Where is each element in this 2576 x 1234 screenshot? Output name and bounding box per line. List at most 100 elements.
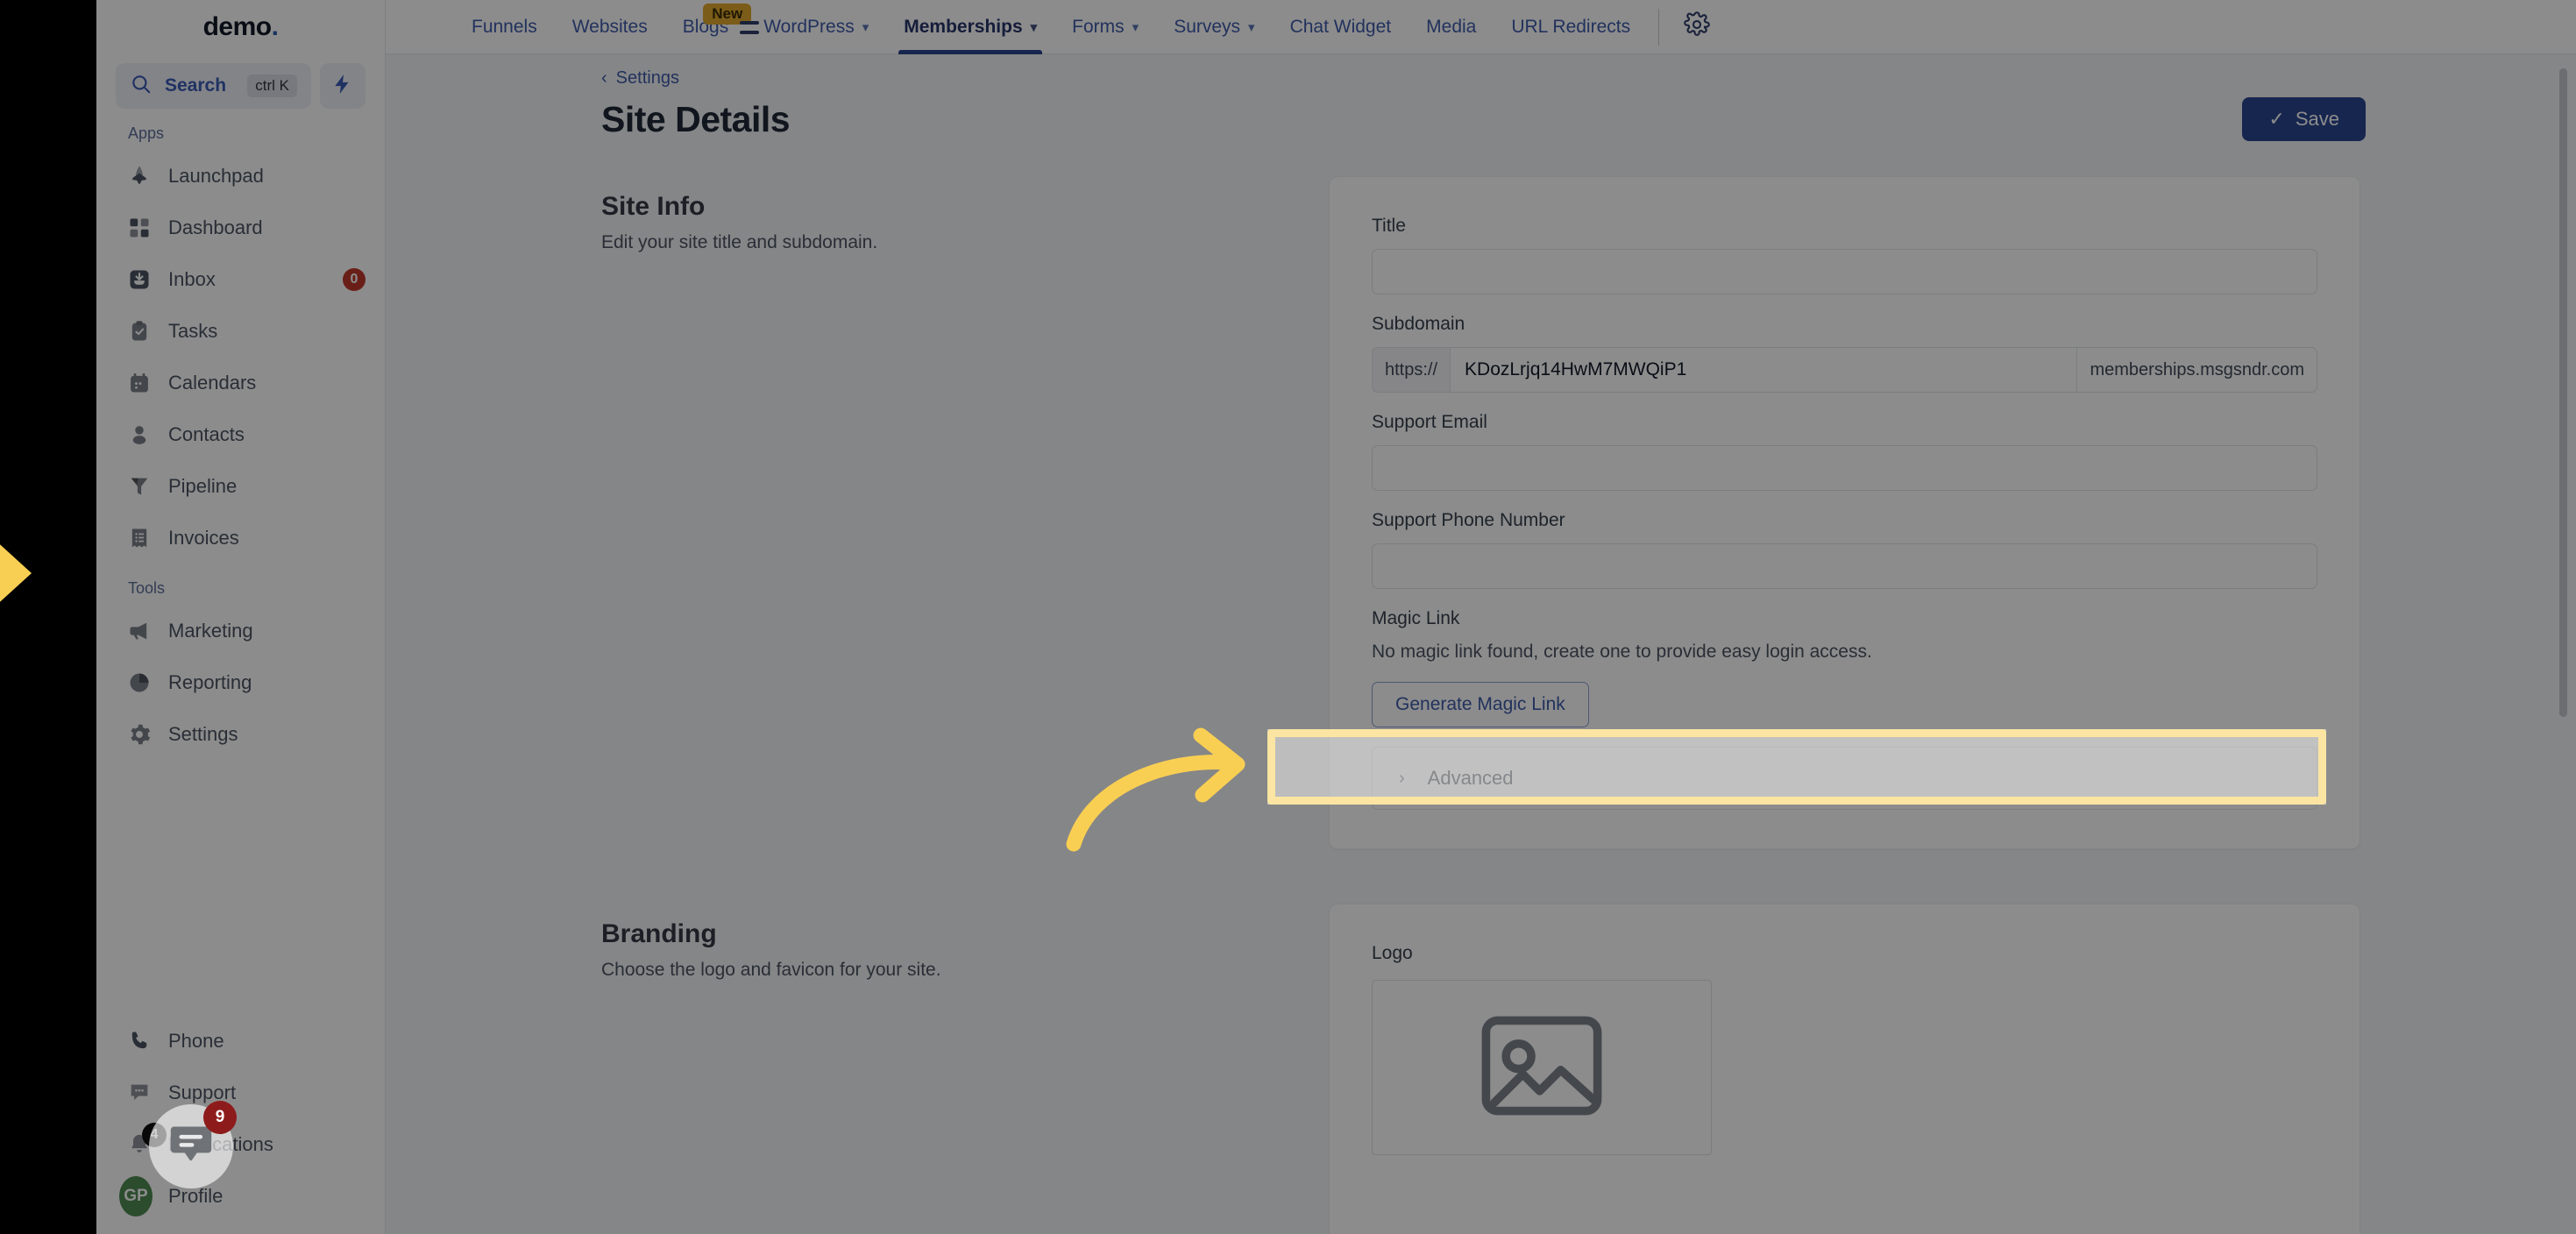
chat-widget-button[interactable]: 9 xyxy=(149,1101,237,1188)
sidebar-item-tasks[interactable]: Tasks xyxy=(96,305,385,357)
subdomain-label: Subdomain xyxy=(1372,314,1465,334)
sidebar-item-dashboard[interactable]: Dashboard xyxy=(96,202,385,253)
sidebar: demo. Search ctrl K Apps Launchpad Dashb… xyxy=(96,0,386,1234)
title-label: Title xyxy=(1372,216,1406,236)
tab-wordpress[interactable]: WordPress ▾ xyxy=(746,0,886,54)
breadcrumb[interactable]: ‹ Settings xyxy=(386,68,2576,89)
chevron-down-icon: ▾ xyxy=(862,19,869,35)
sidebar-item-pipeline[interactable]: Pipeline xyxy=(96,460,385,512)
sidebar-item-marketing[interactable]: Marketing xyxy=(96,605,385,656)
branding-section: Branding Choose the logo and favicon for… xyxy=(386,849,2576,1234)
tab-label: Forms xyxy=(1072,16,1125,37)
page-title: Site Details xyxy=(601,98,791,139)
sidebar-item-notifications[interactable]: 4 Notifications xyxy=(96,1118,385,1170)
support-phone-label: Support Phone Number xyxy=(1372,510,1565,530)
tab-label: Media xyxy=(1426,16,1477,37)
subdomain-suffix: memberships.msgsndr.com xyxy=(2077,347,2317,393)
magic-link-label: Magic Link xyxy=(1372,608,1460,628)
pie-chart-icon xyxy=(126,670,153,696)
inbox-icon xyxy=(126,266,153,293)
sidebar-item-label: Calendars xyxy=(168,371,257,394)
sidebar-item-label: Settings xyxy=(168,722,238,745)
magic-link-description: No magic link found, create one to provi… xyxy=(1372,642,1872,662)
app-window: demo. Search ctrl K Apps Launchpad Dashb… xyxy=(96,0,2576,1234)
support-phone-input[interactable] xyxy=(1372,543,2317,589)
sidebar-item-inbox[interactable]: Inbox 0 xyxy=(96,253,385,305)
settings-button[interactable] xyxy=(1670,11,1724,42)
sidebar-item-phone[interactable]: Phone xyxy=(96,1015,385,1067)
sidebar-item-label: Support xyxy=(168,1081,237,1103)
tab-media[interactable]: Media xyxy=(1409,0,1494,54)
sidebar-item-label: Reporting xyxy=(168,670,252,693)
branding-card: Logo xyxy=(1329,904,2360,1234)
advanced-accordion[interactable]: › Advanced xyxy=(1372,747,2317,810)
sidebar-item-calendars[interactable]: Calendars xyxy=(96,357,385,408)
tab-chat-widget[interactable]: Chat Widget xyxy=(1273,0,1409,54)
chevron-down-icon: ▾ xyxy=(1030,19,1038,35)
title-input[interactable] xyxy=(1372,249,2317,294)
subdomain-field-group: Subdomain https:// memberships.msgsndr.c… xyxy=(1372,314,2317,393)
sidebar-item-support[interactable]: Support xyxy=(96,1067,385,1118)
sidebar-item-label: Dashboard xyxy=(168,216,263,238)
brand-name: demo xyxy=(202,12,273,41)
sidebar-bottom: Phone Support 4 Notifications xyxy=(96,1015,385,1234)
sidebar-item-invoices[interactable]: Invoices xyxy=(96,512,385,564)
sidebar-item-reporting[interactable]: Reporting xyxy=(96,656,385,708)
search-row: Search ctrl K xyxy=(96,63,385,109)
tab-memberships[interactable]: Memberships ▾ xyxy=(886,0,1054,54)
tab-forms[interactable]: Forms ▾ xyxy=(1054,0,1156,54)
top-navigation: Funnels Websites Blogs New WordPress ▾ M… xyxy=(386,0,2576,54)
save-button[interactable]: ✓ Save xyxy=(2242,97,2366,141)
logo-label: Logo xyxy=(1372,943,1413,963)
title-field-group: Title xyxy=(1372,216,2317,294)
chevron-right-icon: › xyxy=(1399,768,1405,788)
sidebar-item-profile[interactable]: GP Profile xyxy=(96,1170,385,1222)
logo-upload-box[interactable] xyxy=(1372,980,1712,1155)
sidebar-item-label: Launchpad xyxy=(168,164,264,187)
chat-unread-badge: 9 xyxy=(203,1101,237,1134)
clipboard-check-icon xyxy=(126,318,153,344)
site-info-description: Site Info Edit your site title and subdo… xyxy=(601,176,1329,849)
tab-websites[interactable]: Websites xyxy=(555,0,665,54)
tab-blogs[interactable]: Blogs New xyxy=(665,0,752,54)
chevron-down-icon: ▾ xyxy=(1132,19,1139,35)
save-label: Save xyxy=(2295,108,2339,130)
branding-heading: Branding xyxy=(601,919,717,948)
tab-label: Memberships xyxy=(904,16,1023,37)
tab-funnels[interactable]: Funnels xyxy=(454,0,555,54)
tab-surveys[interactable]: Surveys ▾ xyxy=(1156,0,1272,54)
megaphone-icon xyxy=(126,618,153,644)
page-content: ‹ Settings Site Details ✓ Save Site Info… xyxy=(386,54,2576,1234)
bolt-icon xyxy=(331,71,354,102)
chevron-left-icon: ‹ xyxy=(601,68,607,88)
generate-magic-link-button[interactable]: Generate Magic Link xyxy=(1372,682,1589,727)
chevron-down-icon: ▾ xyxy=(1248,19,1255,35)
sidebar-item-settings[interactable]: Settings xyxy=(96,708,385,760)
user-icon xyxy=(126,422,153,448)
quick-action-button[interactable] xyxy=(320,63,365,109)
tab-label: URL Redirects xyxy=(1511,16,1631,37)
sidebar-item-label: Pipeline xyxy=(168,474,238,497)
content-scrollbar[interactable] xyxy=(2559,68,2567,717)
sidebar-item-contacts[interactable]: Contacts xyxy=(96,408,385,460)
support-email-input[interactable] xyxy=(1372,445,2317,491)
subdomain-input[interactable] xyxy=(1450,347,2078,393)
site-info-card: Title Subdomain https:// memberships.msg… xyxy=(1329,176,2360,849)
search-input[interactable]: Search ctrl K xyxy=(116,63,311,109)
support-phone-field-group: Support Phone Number xyxy=(1372,510,2317,589)
brand-logo[interactable]: demo. xyxy=(96,0,385,54)
tab-url-redirects[interactable]: URL Redirects xyxy=(1494,0,1648,54)
divider xyxy=(1658,8,1660,46)
hamburger-icon[interactable] xyxy=(736,12,766,42)
site-info-subheading: Edit your site title and subdomain. xyxy=(601,232,878,252)
tab-label: Chat Widget xyxy=(1289,16,1392,37)
annotation-arrow-left-edge xyxy=(0,544,32,602)
page-inner: ‹ Settings Site Details ✓ Save Site Info… xyxy=(386,54,2576,1234)
settings-icon xyxy=(126,721,153,748)
search-shortcut: ctrl K xyxy=(247,74,297,97)
rocket-icon xyxy=(126,163,153,189)
search-label: Search xyxy=(165,75,227,96)
support-email-label: Support Email xyxy=(1372,412,1487,432)
sidebar-item-label: Invoices xyxy=(168,526,239,549)
sidebar-item-launchpad[interactable]: Launchpad xyxy=(96,150,385,202)
